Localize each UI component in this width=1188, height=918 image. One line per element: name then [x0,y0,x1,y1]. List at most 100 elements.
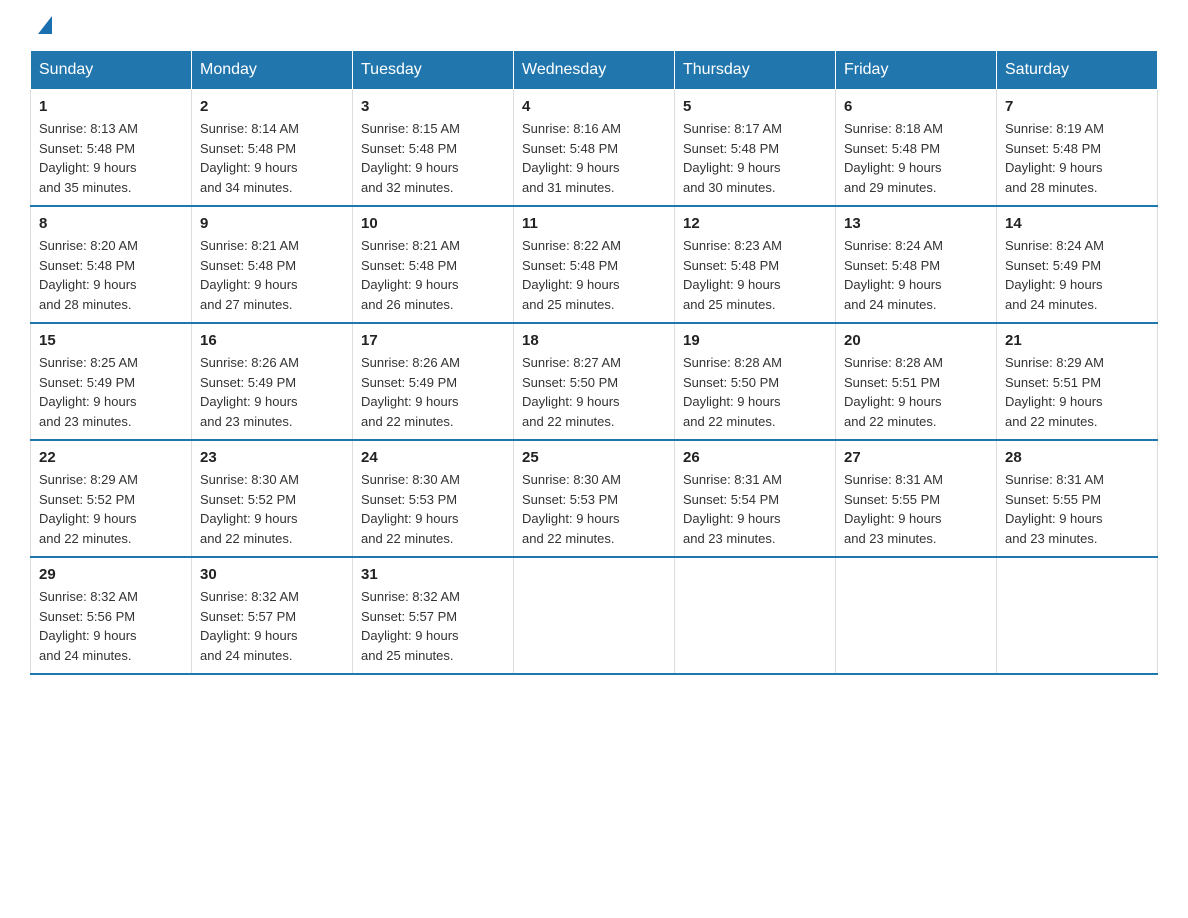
day-info: Sunrise: 8:15 AM Sunset: 5:48 PM Dayligh… [361,119,505,197]
day-number: 20 [844,332,988,349]
day-info: Sunrise: 8:13 AM Sunset: 5:48 PM Dayligh… [39,119,183,197]
day-info: Sunrise: 8:29 AM Sunset: 5:52 PM Dayligh… [39,470,183,548]
calendar-week-row: 22 Sunrise: 8:29 AM Sunset: 5:52 PM Dayl… [31,440,1158,557]
day-number: 9 [200,215,344,232]
page-header [30,20,1158,34]
day-number: 18 [522,332,666,349]
calendar-cell: 7 Sunrise: 8:19 AM Sunset: 5:48 PM Dayli… [997,90,1158,207]
day-info: Sunrise: 8:26 AM Sunset: 5:49 PM Dayligh… [200,353,344,431]
day-number: 17 [361,332,505,349]
day-info: Sunrise: 8:21 AM Sunset: 5:48 PM Dayligh… [361,236,505,314]
day-number: 10 [361,215,505,232]
day-number: 14 [1005,215,1149,232]
weekday-header-tuesday: Tuesday [353,51,514,90]
calendar-cell: 3 Sunrise: 8:15 AM Sunset: 5:48 PM Dayli… [353,90,514,207]
calendar-cell: 31 Sunrise: 8:32 AM Sunset: 5:57 PM Dayl… [353,557,514,674]
calendar-week-row: 29 Sunrise: 8:32 AM Sunset: 5:56 PM Dayl… [31,557,1158,674]
calendar-cell: 5 Sunrise: 8:17 AM Sunset: 5:48 PM Dayli… [675,90,836,207]
day-number: 11 [522,215,666,232]
weekday-header-saturday: Saturday [997,51,1158,90]
day-info: Sunrise: 8:32 AM Sunset: 5:57 PM Dayligh… [200,587,344,665]
day-number: 2 [200,98,344,115]
day-info: Sunrise: 8:28 AM Sunset: 5:50 PM Dayligh… [683,353,827,431]
day-info: Sunrise: 8:19 AM Sunset: 5:48 PM Dayligh… [1005,119,1149,197]
calendar-cell: 21 Sunrise: 8:29 AM Sunset: 5:51 PM Dayl… [997,323,1158,440]
calendar-week-row: 8 Sunrise: 8:20 AM Sunset: 5:48 PM Dayli… [31,206,1158,323]
calendar-cell: 10 Sunrise: 8:21 AM Sunset: 5:48 PM Dayl… [353,206,514,323]
day-number: 19 [683,332,827,349]
calendar-cell: 25 Sunrise: 8:30 AM Sunset: 5:53 PM Dayl… [514,440,675,557]
day-number: 7 [1005,98,1149,115]
day-info: Sunrise: 8:21 AM Sunset: 5:48 PM Dayligh… [200,236,344,314]
day-info: Sunrise: 8:26 AM Sunset: 5:49 PM Dayligh… [361,353,505,431]
calendar-cell: 20 Sunrise: 8:28 AM Sunset: 5:51 PM Dayl… [836,323,997,440]
weekday-header-row: SundayMondayTuesdayWednesdayThursdayFrid… [31,51,1158,90]
day-number: 21 [1005,332,1149,349]
day-info: Sunrise: 8:31 AM Sunset: 5:55 PM Dayligh… [1005,470,1149,548]
calendar-cell: 28 Sunrise: 8:31 AM Sunset: 5:55 PM Dayl… [997,440,1158,557]
day-info: Sunrise: 8:23 AM Sunset: 5:48 PM Dayligh… [683,236,827,314]
day-info: Sunrise: 8:20 AM Sunset: 5:48 PM Dayligh… [39,236,183,314]
day-info: Sunrise: 8:27 AM Sunset: 5:50 PM Dayligh… [522,353,666,431]
day-info: Sunrise: 8:31 AM Sunset: 5:55 PM Dayligh… [844,470,988,548]
day-info: Sunrise: 8:28 AM Sunset: 5:51 PM Dayligh… [844,353,988,431]
day-info: Sunrise: 8:17 AM Sunset: 5:48 PM Dayligh… [683,119,827,197]
calendar-cell: 27 Sunrise: 8:31 AM Sunset: 5:55 PM Dayl… [836,440,997,557]
calendar-cell: 15 Sunrise: 8:25 AM Sunset: 5:49 PM Dayl… [31,323,192,440]
day-number: 23 [200,449,344,466]
day-number: 31 [361,566,505,583]
calendar-cell: 11 Sunrise: 8:22 AM Sunset: 5:48 PM Dayl… [514,206,675,323]
calendar-cell: 8 Sunrise: 8:20 AM Sunset: 5:48 PM Dayli… [31,206,192,323]
day-info: Sunrise: 8:32 AM Sunset: 5:57 PM Dayligh… [361,587,505,665]
day-number: 30 [200,566,344,583]
day-info: Sunrise: 8:32 AM Sunset: 5:56 PM Dayligh… [39,587,183,665]
calendar-cell: 2 Sunrise: 8:14 AM Sunset: 5:48 PM Dayli… [192,90,353,207]
day-number: 26 [683,449,827,466]
calendar-cell: 6 Sunrise: 8:18 AM Sunset: 5:48 PM Dayli… [836,90,997,207]
day-info: Sunrise: 8:24 AM Sunset: 5:48 PM Dayligh… [844,236,988,314]
calendar-cell: 12 Sunrise: 8:23 AM Sunset: 5:48 PM Dayl… [675,206,836,323]
logo-triangle-icon [38,16,52,34]
weekday-header-friday: Friday [836,51,997,90]
calendar-week-row: 1 Sunrise: 8:13 AM Sunset: 5:48 PM Dayli… [31,90,1158,207]
day-number: 1 [39,98,183,115]
calendar-cell: 9 Sunrise: 8:21 AM Sunset: 5:48 PM Dayli… [192,206,353,323]
day-info: Sunrise: 8:18 AM Sunset: 5:48 PM Dayligh… [844,119,988,197]
weekday-header-sunday: Sunday [31,51,192,90]
day-number: 15 [39,332,183,349]
calendar-cell: 18 Sunrise: 8:27 AM Sunset: 5:50 PM Dayl… [514,323,675,440]
calendar-cell: 22 Sunrise: 8:29 AM Sunset: 5:52 PM Dayl… [31,440,192,557]
day-number: 13 [844,215,988,232]
logo [30,20,52,34]
day-info: Sunrise: 8:30 AM Sunset: 5:53 PM Dayligh… [522,470,666,548]
calendar-cell [514,557,675,674]
day-number: 8 [39,215,183,232]
day-number: 12 [683,215,827,232]
calendar-cell: 1 Sunrise: 8:13 AM Sunset: 5:48 PM Dayli… [31,90,192,207]
day-info: Sunrise: 8:30 AM Sunset: 5:53 PM Dayligh… [361,470,505,548]
weekday-header-thursday: Thursday [675,51,836,90]
day-info: Sunrise: 8:29 AM Sunset: 5:51 PM Dayligh… [1005,353,1149,431]
day-info: Sunrise: 8:25 AM Sunset: 5:49 PM Dayligh… [39,353,183,431]
day-info: Sunrise: 8:14 AM Sunset: 5:48 PM Dayligh… [200,119,344,197]
calendar-cell: 30 Sunrise: 8:32 AM Sunset: 5:57 PM Dayl… [192,557,353,674]
day-number: 6 [844,98,988,115]
day-number: 24 [361,449,505,466]
day-info: Sunrise: 8:22 AM Sunset: 5:48 PM Dayligh… [522,236,666,314]
day-number: 27 [844,449,988,466]
calendar-table: SundayMondayTuesdayWednesdayThursdayFrid… [30,50,1158,675]
weekday-header-monday: Monday [192,51,353,90]
calendar-cell: 14 Sunrise: 8:24 AM Sunset: 5:49 PM Dayl… [997,206,1158,323]
day-number: 5 [683,98,827,115]
calendar-cell: 24 Sunrise: 8:30 AM Sunset: 5:53 PM Dayl… [353,440,514,557]
day-info: Sunrise: 8:16 AM Sunset: 5:48 PM Dayligh… [522,119,666,197]
calendar-cell [836,557,997,674]
day-info: Sunrise: 8:30 AM Sunset: 5:52 PM Dayligh… [200,470,344,548]
day-number: 3 [361,98,505,115]
calendar-cell: 29 Sunrise: 8:32 AM Sunset: 5:56 PM Dayl… [31,557,192,674]
day-number: 16 [200,332,344,349]
calendar-cell [675,557,836,674]
day-number: 4 [522,98,666,115]
calendar-cell: 4 Sunrise: 8:16 AM Sunset: 5:48 PM Dayli… [514,90,675,207]
calendar-cell: 17 Sunrise: 8:26 AM Sunset: 5:49 PM Dayl… [353,323,514,440]
